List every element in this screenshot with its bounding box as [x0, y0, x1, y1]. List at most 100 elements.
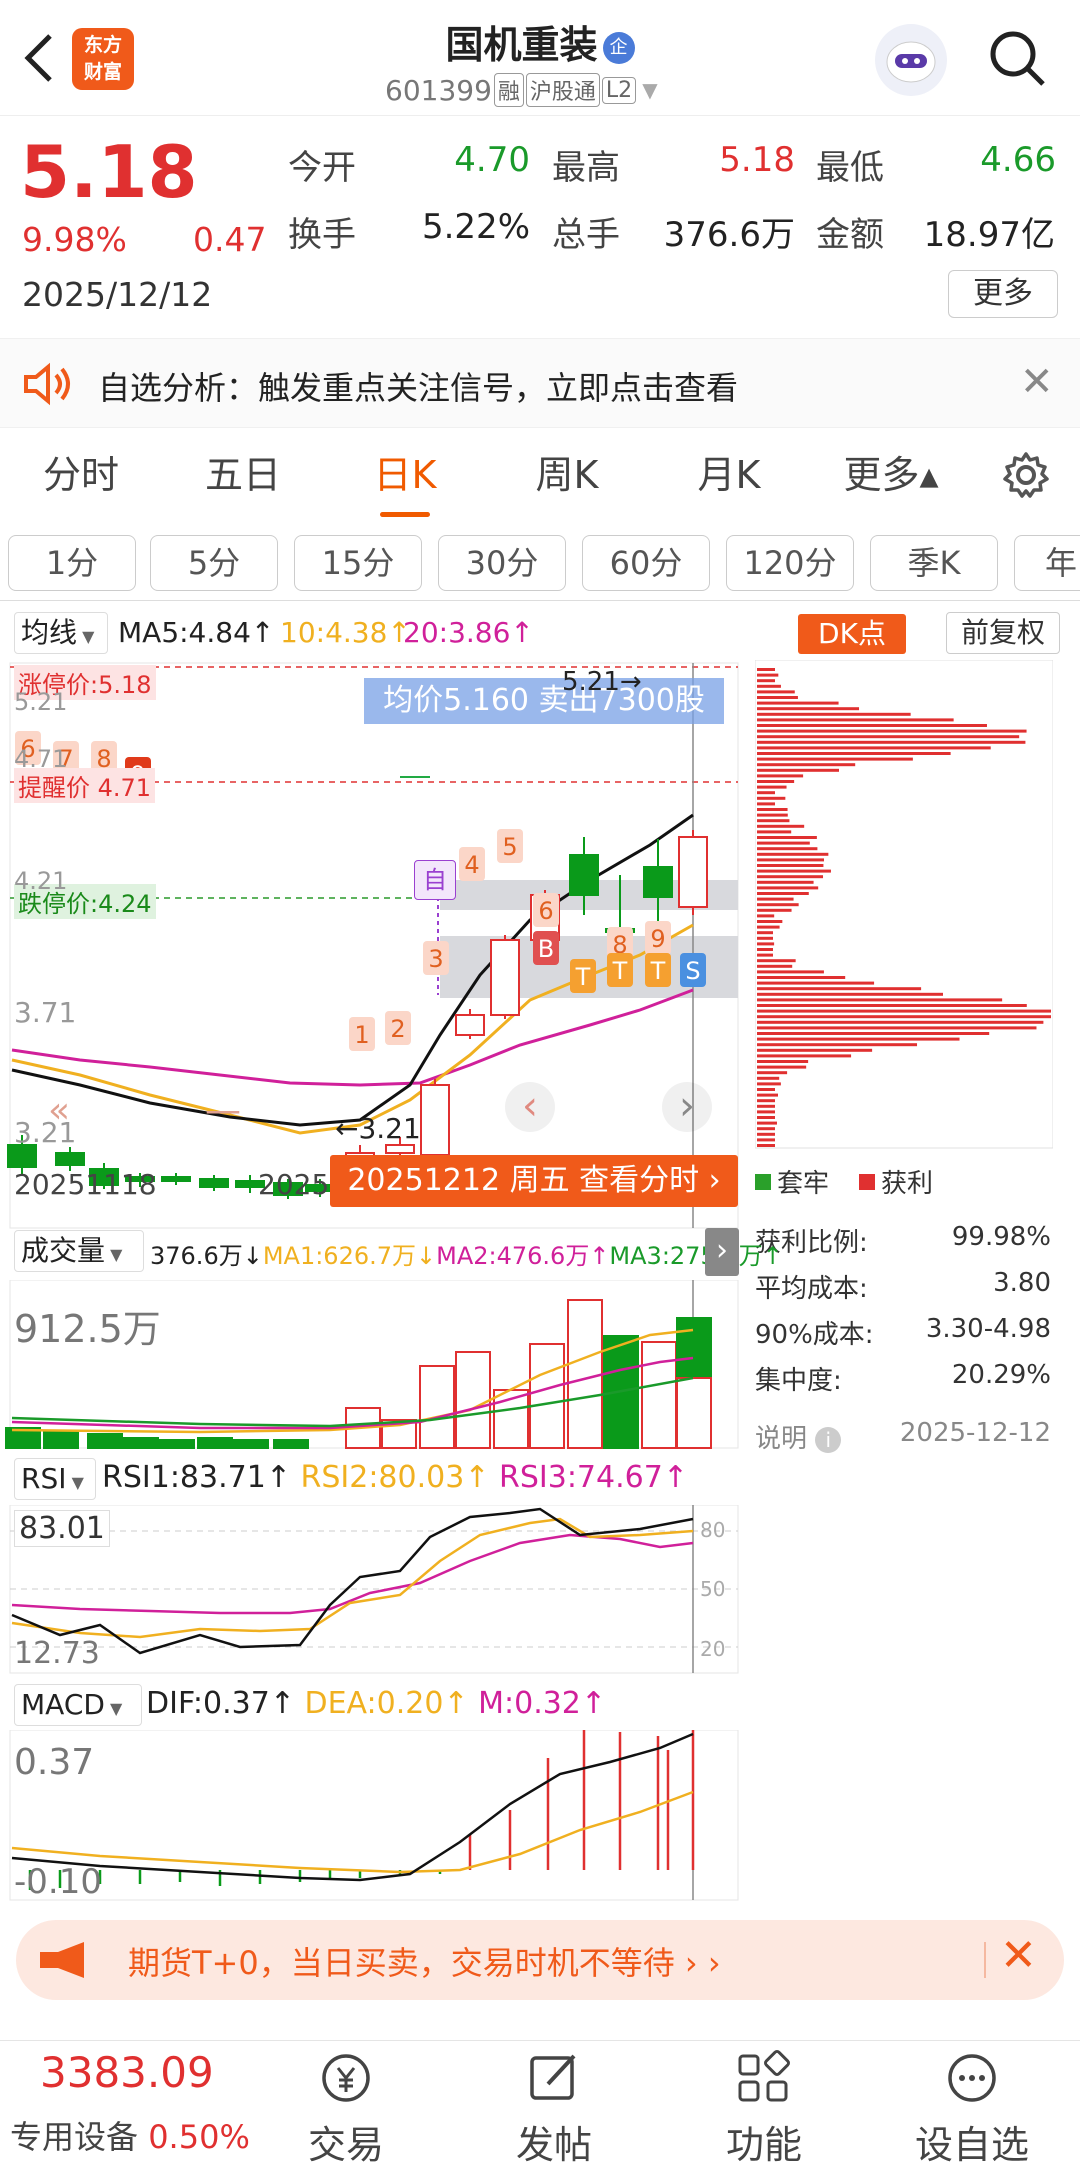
chip-bar — [757, 1099, 775, 1103]
period-1min[interactable]: 1分 — [8, 535, 136, 591]
rsi-level-20: 20 — [700, 1637, 726, 1661]
mark-text: 3 — [428, 945, 443, 973]
chip-bar — [757, 1088, 775, 1091]
chip-bar — [757, 673, 779, 677]
candle-body — [420, 1084, 450, 1156]
chip-bar — [757, 964, 793, 968]
chip-bar — [757, 1138, 775, 1142]
tab-more[interactable]: 更多▴ — [810, 425, 972, 525]
mark-text: 9 — [650, 925, 665, 953]
nav-post-label: 发帖 — [515, 2123, 592, 2167]
qi-badge: 企 — [602, 32, 635, 64]
quote-date: 2025/12/12 — [22, 275, 213, 314]
robot-assistant-icon[interactable] — [875, 24, 947, 96]
tab-five-day[interactable]: 五日 — [162, 425, 324, 525]
chip-bar — [757, 1121, 777, 1125]
chip-bar — [757, 724, 987, 727]
chip-bar — [757, 953, 773, 957]
volume-bar — [567, 1299, 603, 1449]
sector-name: 专用设备 — [10, 2118, 139, 2156]
chip-bar — [757, 836, 817, 839]
volume-selector[interactable]: 成交量 ▼ — [14, 1230, 144, 1272]
ad-text: 期货T+0，当日买卖，交易时机不等待 › › — [128, 1944, 721, 1982]
period-year[interactable]: 年 — [1014, 535, 1080, 591]
chip-stat-concentration: 集中度: 20.29% — [755, 1360, 1051, 1397]
tab-intraday[interactable]: 分时 — [0, 425, 162, 525]
period-30min[interactable]: 30分 — [438, 535, 566, 591]
chip-bar — [757, 908, 792, 912]
tab-daily-k[interactable]: 日K — [324, 425, 486, 525]
open-label: 今开 — [288, 148, 356, 188]
gear-icon[interactable] — [972, 425, 1080, 525]
sector-pct: 0.50% — [148, 2118, 250, 2156]
chip-bar — [757, 830, 792, 834]
nav-functions[interactable]: 功能 — [664, 2050, 864, 2169]
period-season[interactable]: 季K — [870, 535, 998, 591]
chip-bar — [757, 808, 788, 811]
chip-bar — [757, 1026, 1037, 1030]
macd-legend: DIF:0.37↑ DEA:0.20↑ M:0.32↑ — [146, 1686, 606, 1721]
close-icon[interactable]: ✕ — [1020, 359, 1054, 405]
volume-bar — [529, 1343, 565, 1449]
tab-monthly-k[interactable]: 月K — [648, 425, 810, 525]
sector-row[interactable]: 专用设备 0.50% — [10, 2112, 250, 2158]
view-intraday-popup[interactable]: 20251212 周五 查看分时 › — [330, 1155, 738, 1207]
rsi1: RSI1:83.71↑ — [102, 1460, 291, 1495]
search-icon[interactable] — [985, 26, 1049, 90]
macd-selector[interactable]: MACD ▼ — [14, 1684, 142, 1726]
stat-label: 平均成本: — [755, 1274, 868, 1304]
more-button[interactable]: 更多 — [948, 270, 1058, 318]
chip-bar — [757, 959, 796, 963]
close-icon[interactable]: ✕ — [1000, 1930, 1037, 1981]
rsi2: RSI2:80.03↑ — [300, 1460, 490, 1495]
period-60min[interactable]: 60分 — [582, 535, 710, 591]
mark-text: 6 — [538, 897, 553, 925]
tab-weekly-k[interactable]: 周K — [486, 425, 648, 525]
stat-label: 集中度: — [755, 1366, 842, 1396]
nav-post[interactable]: 发帖 — [454, 2050, 654, 2169]
rsi-legend: RSI1:83.71↑ RSI2:80.03↑ RSI3:74.67↑ — [102, 1460, 688, 1495]
rewind-icon[interactable]: « — [48, 1090, 70, 1131]
chip-bar — [757, 981, 875, 985]
chip-bar — [757, 819, 790, 823]
turnover-value: 5.22% — [421, 207, 530, 247]
scroll-right-icon[interactable]: › — [662, 1082, 712, 1132]
candle-body — [455, 1014, 485, 1036]
expand-panel-icon[interactable]: › — [705, 1228, 739, 1276]
chip-bar — [757, 880, 814, 884]
info-icon: i — [815, 1427, 842, 1453]
futures-ad-banner[interactable]: 期货T+0，当日买卖，交易时机不等待 › › ✕ — [16, 1920, 1064, 2000]
tag-l2: L2 — [601, 76, 637, 104]
period-5min[interactable]: 5分 — [150, 535, 278, 591]
chip-note-row[interactable]: 说明 i 2025-12-12 — [755, 1418, 1051, 1455]
volume-bar — [123, 1437, 159, 1449]
adjust-price-button[interactable]: 前复权 — [946, 612, 1060, 654]
chip-bar — [757, 1020, 1044, 1024]
banner-text: 自选分析：触发重点关注信号，立即点击查看 — [98, 369, 739, 407]
nav-trade[interactable]: 交易 — [246, 2050, 446, 2169]
chip-bar — [757, 914, 775, 918]
nav-add-watchlist[interactable]: 设自选 — [872, 2050, 1072, 2169]
stock-code-row[interactable]: 601399 融 沪股通 L2 ▼ — [385, 70, 658, 110]
candle-body — [490, 939, 520, 1016]
period-120min[interactable]: 120分 — [726, 535, 854, 591]
dk-point-button[interactable]: DK点 — [798, 614, 906, 654]
ma20-legend: 20:3.86↑ — [403, 616, 534, 649]
rsi-selector[interactable]: RSI ▼ — [14, 1458, 96, 1500]
chip-bar — [757, 864, 824, 867]
chip-bar — [757, 925, 780, 929]
zoom-out-icon[interactable]: — — [205, 1090, 241, 1131]
index-value[interactable]: 3383.09 — [40, 2048, 214, 2097]
period-15min[interactable]: 15分 — [294, 535, 422, 591]
candle-body — [678, 836, 708, 908]
candle-body — [55, 1152, 85, 1166]
stat-value: 20.29% — [951, 1360, 1051, 1390]
profit-label: 获利 — [881, 1169, 934, 1199]
scroll-left-icon[interactable]: ‹ — [505, 1082, 555, 1132]
ma-selector[interactable]: 均线 ▼ — [14, 612, 108, 654]
analysis-banner[interactable]: 自选分析：触发重点关注信号，立即点击查看 ✕ — [0, 338, 1080, 428]
mark-text: 4 — [464, 851, 479, 879]
avg-price-tooltip: 均价5.160 卖出7300股 — [364, 678, 724, 724]
chip-bar — [757, 931, 773, 935]
low-marker: ←3.21 — [335, 1112, 421, 1145]
